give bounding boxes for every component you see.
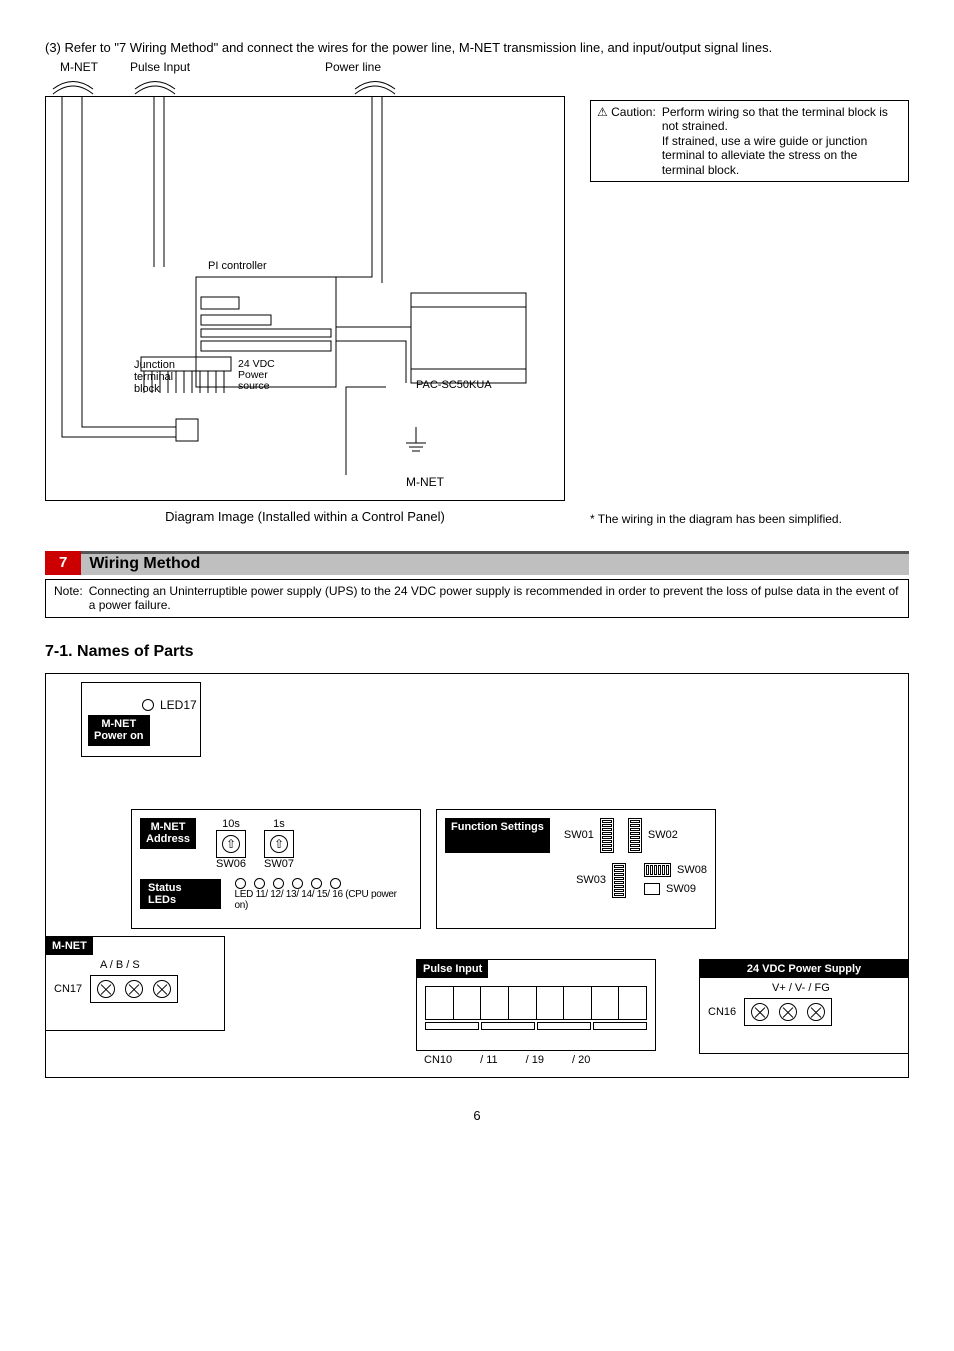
abs-label: A / B / S <box>100 959 216 971</box>
section-bar: 7 Wiring Method <box>45 551 909 575</box>
dial-sw07-icon: ⇧ <box>270 835 288 853</box>
led-labels: LED 11/ 12/ 13/ 14/ 15/ 16 (CPU power on… <box>235 889 412 911</box>
function-settings-badge: Function Settings <box>445 818 550 853</box>
diagram-header: M-NET Pulse Input Power line <box>45 60 909 74</box>
caution-icon: ⚠ <box>597 105 608 119</box>
mnet-address-badge: M-NET Address <box>140 818 196 849</box>
section-number: 7 <box>45 551 81 575</box>
diagram-svg <box>46 97 566 502</box>
terminal-icon <box>125 980 143 998</box>
label-cn19: / 19 <box>526 1054 544 1066</box>
intro-text: (3) Refer to "7 Wiring Method" and conne… <box>45 40 909 55</box>
mnet-power-badge: M-NET Power on <box>88 715 150 746</box>
terminal-icon <box>807 1003 825 1021</box>
led-icon <box>273 878 284 889</box>
parts-diagram: LED17 M-NET Power on M-NET Address 10s ⇧… <box>45 673 909 1078</box>
label-pi-controller: PI controller <box>208 260 267 272</box>
footnote: * The wiring in the diagram has been sim… <box>590 512 909 526</box>
header-label-pulse: Pulse Input <box>130 60 325 74</box>
caution-text: Perform wiring so that the terminal bloc… <box>662 105 902 177</box>
dip-icon <box>644 863 671 877</box>
page-number: 6 <box>45 1108 909 1123</box>
led-icon <box>311 878 322 889</box>
section-title: Wiring Method <box>81 554 208 575</box>
label-sw01: SW01 <box>564 829 594 841</box>
note-label: Note: <box>54 584 83 613</box>
wiring-diagram: PI controller Junction terminal block 24… <box>45 96 565 501</box>
note-box: Note: Connecting an Uninterruptible powe… <box>45 579 909 618</box>
terminal-icon <box>153 980 171 998</box>
header-label-power: Power line <box>325 60 381 74</box>
pulse-input-badge: Pulse Input <box>417 960 488 979</box>
dial-sw06-icon: ⇧ <box>222 835 240 853</box>
label-pac: PAC-SC50KUA <box>416 379 492 391</box>
label-1s: 1s <box>264 818 294 830</box>
cn16-label: CN16 <box>708 1006 736 1018</box>
label-mnet-bottom: M-NET <box>406 475 444 489</box>
label-sw08: SW08 <box>677 864 707 876</box>
label-sw09: SW09 <box>666 883 696 895</box>
note-text: Connecting an Uninterruptible power supp… <box>89 584 900 613</box>
header-label-mnet: M-NET <box>60 60 130 74</box>
label-cn20: / 20 <box>572 1054 590 1066</box>
dip-icon <box>612 863 626 898</box>
label-junction: Junction terminal block <box>134 359 175 395</box>
label-24vdc-source: 24 VDC Power source <box>238 359 275 392</box>
status-leds-badge: Status LEDs <box>140 879 221 909</box>
caution-box: ⚠ Caution: Perform wiring so that the te… <box>590 100 909 182</box>
label-cn11: / 11 <box>480 1054 498 1066</box>
dip-icon <box>600 818 614 853</box>
led-icon <box>235 878 246 889</box>
caution-label: ⚠ Caution: <box>597 105 656 177</box>
label-sw06: SW06 <box>216 858 246 870</box>
ps-labels: V+ / V- / FG <box>772 982 900 994</box>
led17-label: LED17 <box>160 698 197 712</box>
label-sw03: SW03 <box>576 874 606 886</box>
dip-icon <box>644 883 660 895</box>
led17-icon <box>142 699 154 711</box>
cn17-label: CN17 <box>54 983 82 995</box>
dip-icon <box>628 818 642 853</box>
power-supply-badge: 24 VDC Power Supply <box>700 960 908 979</box>
label-10s: 10s <box>216 818 246 830</box>
mnet-badge: M-NET <box>46 937 93 956</box>
diagram-caption: Diagram Image (Installed within a Contro… <box>45 509 565 524</box>
label-cn10: CN10 <box>424 1054 452 1066</box>
led-icon <box>292 878 303 889</box>
led-icon <box>254 878 265 889</box>
terminal-icon <box>779 1003 797 1021</box>
led-icon <box>330 878 341 889</box>
subheading: 7-1. Names of Parts <box>45 643 909 661</box>
terminal-icon <box>751 1003 769 1021</box>
cable-arches-icon <box>45 74 565 96</box>
terminal-icon <box>97 980 115 998</box>
label-sw07: SW07 <box>264 858 294 870</box>
label-sw02: SW02 <box>648 829 678 841</box>
